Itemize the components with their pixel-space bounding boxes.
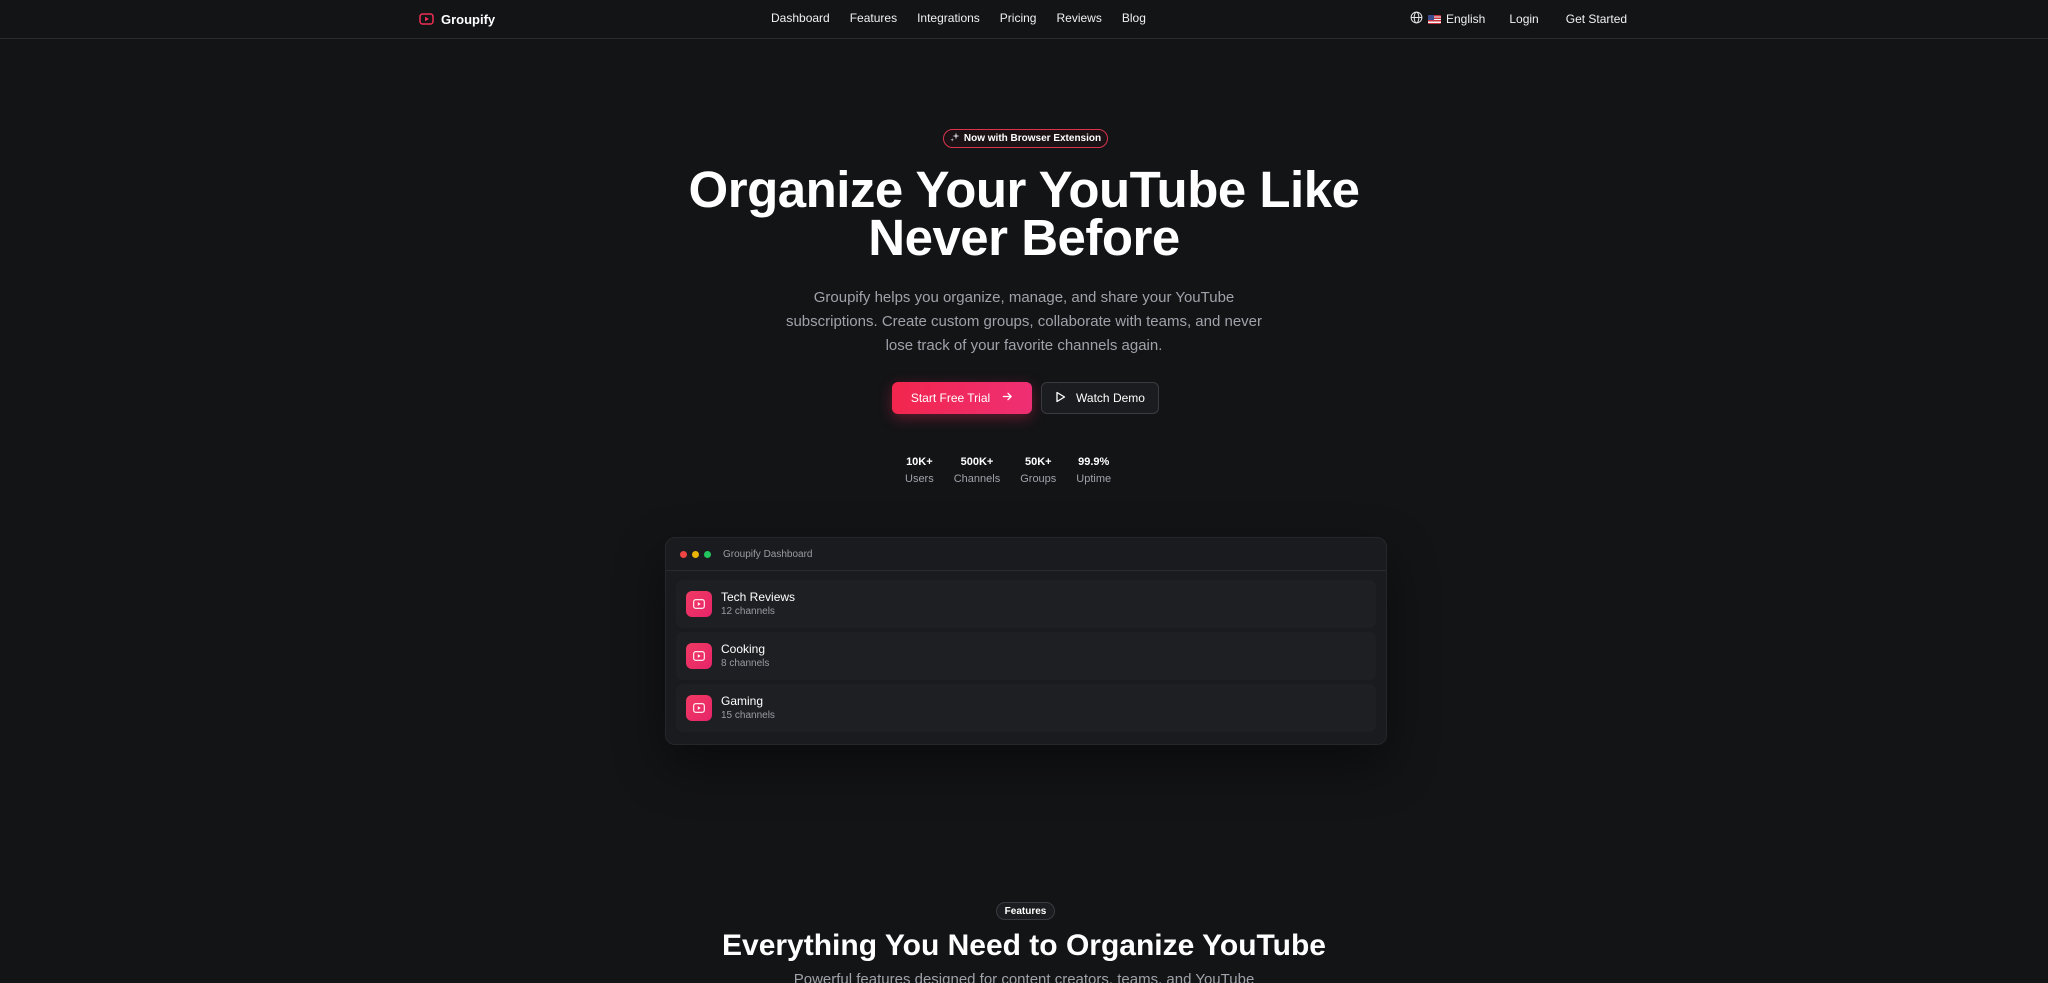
nav-link-pricing[interactable]: Pricing (1000, 11, 1037, 25)
play-icon (1055, 391, 1066, 406)
group-name: Tech Reviews (721, 590, 796, 604)
hero-title-line-2: Never Before (868, 209, 1180, 266)
features-title: Everything You Need to Organize YouTube (722, 929, 1326, 962)
brand-name: Groupify (441, 11, 496, 27)
stat-value: 50K+ (1024, 456, 1052, 468)
stat-label: Users (905, 473, 934, 485)
group-item-cooking[interactable]: Cooking 8 channels (676, 632, 1376, 680)
stat-value: 99.9% (1078, 456, 1110, 468)
group-info: Tech Reviews 12 channels (721, 590, 795, 618)
window-minimize-dot (692, 550, 699, 558)
features-badge: Features (996, 902, 1055, 920)
language-selector[interactable]: English (1410, 11, 1485, 27)
group-list: Tech Reviews 12 channels Cooking 8 chann… (666, 571, 1386, 732)
youtube-icon (686, 643, 712, 669)
stat-users: 10K+ Users (905, 455, 934, 487)
stat-value: 10K+ (906, 456, 933, 468)
dashboard-window-bar: Groupify Dashboard (666, 538, 1386, 571)
nav-link-reviews[interactable]: Reviews (1056, 11, 1101, 25)
nav-link-dashboard[interactable]: Dashboard (771, 11, 830, 25)
window-close-dot (680, 550, 687, 558)
features-subtitle: Powerful features designed for content c… (793, 971, 1255, 983)
stat-value: 500K+ (960, 456, 994, 468)
youtube-logo-icon (419, 13, 434, 25)
top-navbar: Groupify Dashboard Features Integrations… (0, 0, 2048, 39)
hero-title: Organize Your YouTube Like Never Before (624, 164, 1424, 263)
start-free-trial-label: Start Free Trial (910, 391, 991, 405)
login-link[interactable]: Login (1509, 12, 1538, 26)
language-label: English (1446, 12, 1486, 26)
window-maximize-dot (704, 550, 711, 558)
nav-link-features[interactable]: Features (850, 11, 897, 25)
group-info: Cooking 8 channels (721, 642, 769, 670)
announcement-badge[interactable]: Now with Browser Extension (943, 129, 1108, 148)
dashboard-title: Groupify Dashboard (723, 548, 813, 560)
arrow-right-icon (1002, 391, 1013, 405)
group-item-tech-reviews[interactable]: Tech Reviews 12 channels (676, 580, 1376, 628)
us-flag-icon (1428, 14, 1441, 24)
stat-groups: 50K+ Groups (1020, 455, 1056, 487)
watch-demo-label: Watch Demo (1076, 391, 1145, 405)
youtube-icon (686, 695, 712, 721)
group-channel-count: 15 channels (721, 710, 775, 721)
brand-logo[interactable]: Groupify (419, 10, 495, 28)
sparkles-icon (950, 132, 960, 145)
main-nav: Dashboard Features Integrations Pricing … (771, 11, 1146, 25)
stat-label: Channels (953, 473, 1001, 485)
nav-link-blog[interactable]: Blog (1122, 11, 1146, 25)
group-info: Gaming 15 channels (721, 694, 775, 722)
start-free-trial-button[interactable]: Start Free Trial (892, 382, 1032, 414)
group-channel-count: 8 channels (721, 658, 770, 669)
nav-actions: English Login Get Started (1410, 11, 1627, 27)
stat-label: Groups (1020, 473, 1057, 485)
group-name: Gaming (721, 694, 764, 708)
hero-subtitle: Groupify helps you organize, manage, and… (785, 289, 1263, 354)
group-channel-count: 12 channels (721, 606, 775, 617)
stat-label: Uptime (1076, 473, 1112, 485)
landing-page: Groupify Dashboard Features Integrations… (0, 0, 2048, 983)
group-name: Cooking (721, 642, 766, 656)
globe-icon (1410, 11, 1423, 27)
announcement-text: Now with Browser Extension (963, 133, 1102, 144)
group-item-gaming[interactable]: Gaming 15 channels (676, 684, 1376, 732)
watch-demo-button[interactable]: Watch Demo (1041, 382, 1159, 414)
get-started-link[interactable]: Get Started (1566, 12, 1627, 26)
stat-uptime: 99.9% Uptime (1076, 455, 1111, 487)
stat-channels: 500K+ Channels (954, 455, 1000, 487)
dashboard-preview: Groupify Dashboard Tech Reviews 12 chann… (665, 537, 1387, 745)
youtube-icon (686, 591, 712, 617)
stats-row: 10K+ Users 500K+ Channels 50K+ Groups 99… (905, 455, 1111, 487)
nav-link-integrations[interactable]: Integrations (917, 11, 980, 25)
